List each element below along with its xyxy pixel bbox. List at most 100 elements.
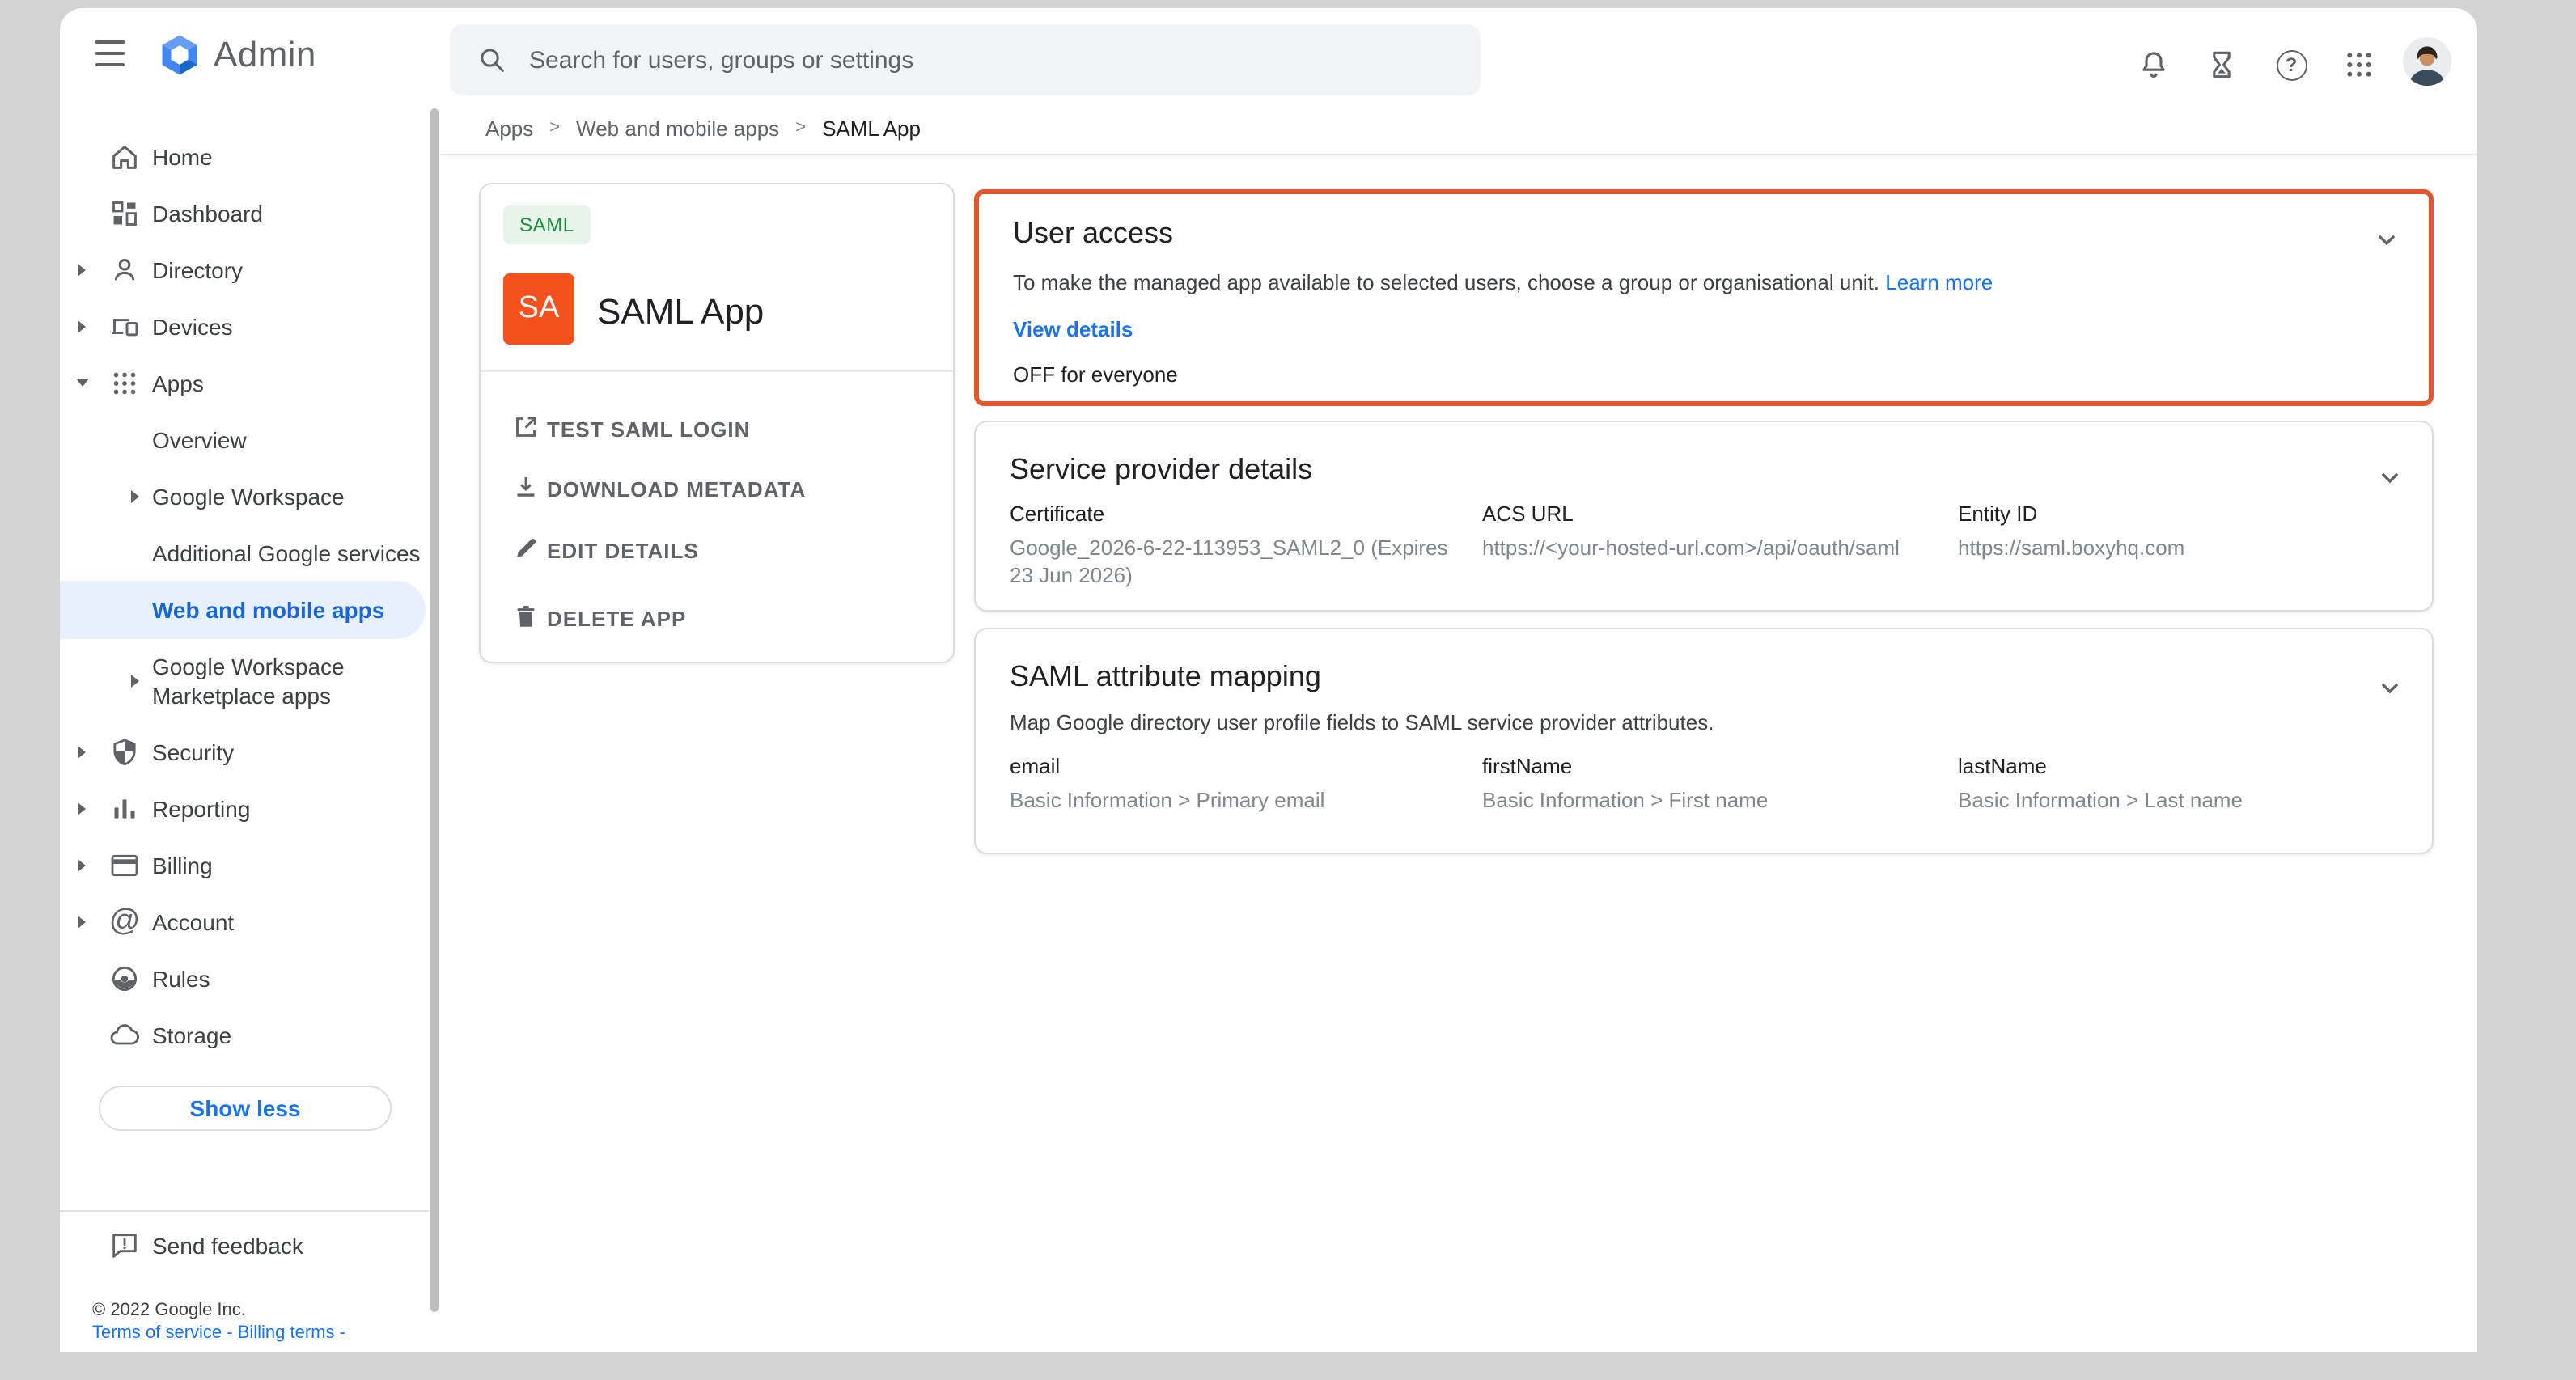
service-provider-title: Service provider details	[1010, 453, 1312, 487]
entity-id-field: Entity ID https://saml.boxyhq.com	[1958, 502, 2414, 561]
send-feedback-button[interactable]: Send feedback	[60, 1217, 429, 1275]
credit-card-icon	[108, 849, 141, 881]
search-icon	[476, 44, 508, 76]
sidebar-item-account[interactable]: @ Account	[60, 893, 429, 950]
expand-arrow-icon[interactable]	[131, 489, 139, 502]
saml-attribute-mapping-card: SAML attribute mapping Map Google direct…	[974, 628, 2434, 854]
pencil-icon	[511, 534, 540, 563]
expand-arrow-icon[interactable]	[78, 858, 86, 871]
hourglass-icon[interactable]	[2201, 44, 2243, 86]
sidebar-footer: © 2022 Google Inc. Terms of service - Bi…	[92, 1299, 345, 1344]
sidebar-item-directory[interactable]: Directory	[60, 241, 429, 298]
expand-arrow-icon[interactable]	[131, 675, 139, 688]
hamburger-icon	[95, 40, 125, 44]
admin-logo: Admin	[157, 29, 316, 81]
sidebar-item-apps[interactable]: Apps	[60, 354, 429, 411]
bar-chart-icon	[108, 792, 141, 824]
sidebar-item-devices[interactable]: Devices	[60, 298, 429, 354]
notifications-bell-icon[interactable]	[2133, 44, 2175, 86]
steering-wheel-icon	[108, 962, 141, 994]
chevron-down-icon[interactable]	[2371, 223, 2403, 256]
open-in-new-icon	[511, 413, 540, 442]
chevron-right-icon: >	[549, 118, 560, 138]
acs-url-field: ACS URL https://<your-hosted-url.com>/ap…	[1482, 502, 1938, 561]
user-access-status: OFF for everyone	[1013, 362, 1178, 387]
product-name: Admin	[214, 34, 316, 76]
chevron-right-icon: >	[795, 118, 806, 138]
sidebar-nav: Home Dashboard Directory Devices Apps Ov…	[60, 102, 429, 1352]
at-icon: @	[108, 905, 141, 938]
expand-arrow-icon[interactable]	[78, 263, 86, 276]
firstname-mapping-field: firstName Basic Information > First name	[1482, 754, 1938, 814]
main-menu-button[interactable]	[95, 40, 131, 70]
collapse-arrow-icon[interactable]	[76, 379, 89, 387]
expand-arrow-icon[interactable]	[78, 745, 86, 758]
content-divider	[440, 154, 2477, 155]
apps-grid-icon[interactable]	[2338, 44, 2380, 86]
card-divider	[481, 370, 953, 372]
sidebar-item-rules[interactable]: Rules	[60, 950, 429, 1006]
breadcrumb-current-page: SAML App	[822, 116, 921, 140]
breadcrumb-web-and-mobile-apps[interactable]: Web and mobile apps	[576, 116, 779, 140]
delete-app-button[interactable]: DELETE APP	[481, 587, 953, 646]
sidebar-scrollbar[interactable]	[430, 108, 439, 1312]
apps-icon	[108, 366, 141, 399]
user-access-card: User access To make the managed app avai…	[974, 189, 2434, 406]
certificate-field: Certificate Google_2026-6-22-113953_SAML…	[1010, 502, 1466, 589]
breadcrumb: Apps > Web and mobile apps > SAML App	[485, 102, 921, 154]
trash-icon	[511, 602, 540, 631]
sidebar-item-additional-google-services[interactable]: Additional Google services	[60, 524, 429, 581]
expand-arrow-icon[interactable]	[78, 915, 86, 928]
saml-app-info-card: SAML SA SAML App TEST SAML LOGIN DOWNLOA…	[479, 183, 955, 663]
admin-console-window: Admin ? Apps > Web and mobile apps > SAM…	[60, 8, 2477, 1352]
copyright-text: © 2022 Google Inc.	[92, 1299, 345, 1322]
sidebar-item-security[interactable]: Security	[60, 723, 429, 780]
view-details-link[interactable]: View details	[1013, 317, 1133, 341]
shield-icon	[108, 735, 141, 768]
sidebar-footer-divider	[60, 1210, 429, 1212]
dashboard-icon	[108, 197, 141, 229]
sidebar-item-google-workspace[interactable]: Google Workspace	[60, 468, 429, 524]
email-mapping-field: email Basic Information > Primary email	[1010, 754, 1466, 814]
expand-arrow-icon[interactable]	[78, 320, 86, 332]
sidebar-item-google-workspace-marketplace-apps[interactable]: Google Workspace Marketplace apps	[60, 639, 429, 723]
devices-icon	[108, 310, 141, 342]
home-icon	[108, 140, 141, 172]
test-saml-login-button[interactable]: TEST SAML LOGIN	[481, 398, 953, 456]
help-icon[interactable]: ?	[2270, 44, 2312, 86]
person-icon	[108, 253, 141, 286]
expand-arrow-icon[interactable]	[78, 802, 86, 815]
service-provider-details-card: Service provider details Certificate Goo…	[974, 421, 2434, 612]
saml-badge: SAML	[503, 205, 591, 244]
attribute-mapping-title: SAML attribute mapping	[1010, 660, 1321, 694]
breadcrumb-apps[interactable]: Apps	[485, 116, 533, 140]
lastname-mapping-field: lastName Basic Information > Last name	[1958, 754, 2414, 814]
cloud-icon	[108, 1018, 141, 1051]
sidebar-item-overview[interactable]: Overview	[60, 411, 429, 468]
edit-details-button[interactable]: EDIT DETAILS	[481, 519, 953, 578]
user-access-description: To make the managed app available to sel…	[1013, 270, 1993, 294]
search-bar[interactable]	[450, 24, 1481, 95]
sidebar-item-billing[interactable]: Billing	[60, 836, 429, 893]
sidebar-item-storage[interactable]: Storage	[60, 1006, 429, 1063]
sidebar-item-web-and-mobile-apps[interactable]: Web and mobile apps	[60, 581, 426, 639]
search-input[interactable]	[529, 46, 1455, 74]
user-avatar[interactable]	[2403, 37, 2451, 86]
user-access-title: User access	[1013, 217, 1173, 251]
app-title: SAML App	[597, 291, 764, 333]
download-icon	[511, 472, 540, 502]
show-less-button[interactable]: Show less	[99, 1086, 392, 1131]
footer-links[interactable]: Terms of service - Billing terms -	[92, 1322, 345, 1344]
admin-hexagon-icon	[157, 32, 202, 78]
app-avatar: SA	[503, 273, 574, 345]
feedback-icon	[108, 1230, 141, 1262]
sidebar-item-reporting[interactable]: Reporting	[60, 780, 429, 836]
sidebar-item-dashboard[interactable]: Dashboard	[60, 184, 429, 241]
chevron-down-icon[interactable]	[2374, 461, 2406, 493]
sidebar-item-home[interactable]: Home	[60, 128, 429, 184]
screen: Admin ? Apps > Web and mobile apps > SAM…	[0, 0, 2576, 1380]
download-metadata-button[interactable]: DOWNLOAD METADATA	[481, 458, 953, 516]
chevron-down-icon[interactable]	[2374, 671, 2406, 704]
attribute-mapping-description: Map Google directory user profile fields…	[1010, 710, 1714, 734]
learn-more-link[interactable]: Learn more	[1885, 270, 1993, 294]
